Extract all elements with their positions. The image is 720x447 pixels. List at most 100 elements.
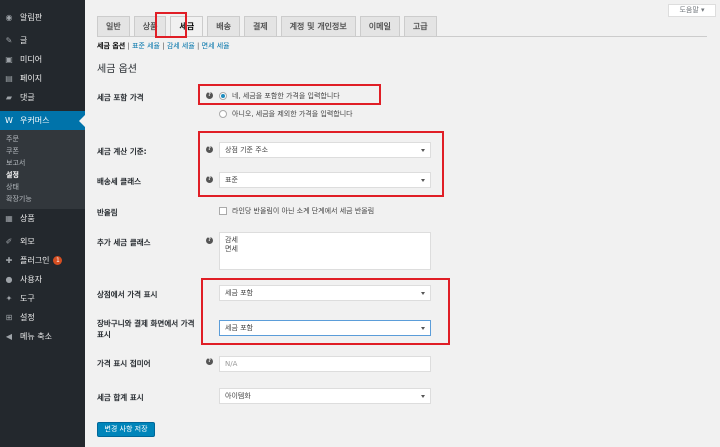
chevron-down-icon	[421, 179, 425, 182]
sidebar-item-label: 외모	[20, 237, 35, 246]
shipping-tax-class-label: 배송세 클래스	[97, 177, 142, 186]
sidebar-item-media[interactable]: ▣ 미디어	[0, 50, 85, 69]
price-suffix-label: 가격 표시 접미어	[97, 359, 151, 368]
plugin-icon: ✚	[5, 256, 13, 265]
submenu-settings[interactable]: 설정	[0, 169, 85, 181]
user-icon: ●	[5, 275, 13, 284]
additional-tax-classes-label: 추가 세금 클래스	[97, 238, 151, 247]
radio-button[interactable]	[219, 92, 227, 100]
rounding-checkbox-row[interactable]: 라인당 반올림이 아닌 소계 단계에서 세금 반올림	[219, 206, 374, 216]
shipping-tax-class-select[interactable]: 표준	[219, 172, 431, 188]
help-tip-icon[interactable]: ?	[206, 92, 213, 99]
sidebar-collapse-menu[interactable]: ◀ 메뉴 축소	[0, 327, 85, 346]
tax-total-display-select[interactable]: 아이템화	[219, 388, 431, 404]
radio-label: 네, 세금을 포함한 가격을 입력합니다	[232, 92, 340, 100]
submenu-coupons[interactable]: 쿠폰	[0, 145, 85, 157]
tab-payments[interactable]: 결제	[243, 16, 277, 36]
dashboard-icon: ◉	[5, 13, 13, 22]
submenu-extensions[interactable]: 확장기능	[0, 193, 85, 205]
subnav-reduced-rates[interactable]: 감세 세율	[167, 42, 195, 50]
radio-button[interactable]	[219, 110, 227, 118]
help-tip-icon[interactable]: ?	[206, 237, 213, 244]
settings-tabs: 일반 상품 세금 배송 결제 계정 및 개인정보 이메일 고급	[97, 16, 707, 37]
sidebar-item-appearance[interactable]: ✐ 외모	[0, 232, 85, 251]
subnav-zero-rates[interactable]: 면세 세율	[202, 42, 230, 50]
sidebar-item-users[interactable]: ● 사용자	[0, 270, 85, 289]
select-value: 상점 기준 주소	[225, 146, 269, 154]
pin-icon: ✎	[5, 36, 13, 45]
sidebar-item-products[interactable]: ▦ 상품	[0, 209, 85, 228]
tab-tax[interactable]: 세금	[170, 16, 204, 36]
textarea-line: 면세	[225, 245, 238, 253]
display-cart-label: 장바구니와 결제 화면에서 가격표시	[97, 318, 195, 340]
display-shop-label: 상점에서 가격 표시	[97, 290, 158, 299]
sidebar-item-plugins[interactable]: ✚ 플러그인 1	[0, 251, 85, 270]
rounding-checkbox[interactable]	[219, 207, 227, 215]
select-value: 아이템화	[225, 392, 251, 400]
tab-general[interactable]: 일반	[97, 16, 130, 36]
sidebar-item-label: 설정	[20, 313, 35, 322]
tools-icon: ✦	[5, 294, 13, 303]
media-icon: ▣	[5, 55, 13, 64]
radio-incl-tax-yes[interactable]: 네, 세금을 포함한 가격을 입력합니다	[219, 91, 340, 101]
tab-advanced[interactable]: 고급	[403, 16, 437, 36]
sidebar-item-woocommerce[interactable]: W 우커머스	[0, 111, 85, 130]
sidebar-item-tools[interactable]: ✦ 도구	[0, 289, 85, 308]
sidebar-item-label: 메뉴 축소	[20, 332, 52, 341]
subnav-standard-rates[interactable]: 표준 세율	[132, 42, 160, 50]
submenu-reports[interactable]: 보고서	[0, 157, 85, 169]
sidebar-item-label: 댓글	[20, 93, 35, 102]
help-tip-icon[interactable]: ?	[206, 146, 213, 153]
tax-based-on-select[interactable]: 상점 기준 주소	[219, 142, 431, 158]
tab-accounts-privacy[interactable]: 계정 및 개인정보	[280, 16, 356, 36]
chevron-down-icon	[421, 292, 425, 295]
sidebar-item-label: 사용자	[20, 275, 43, 284]
tax-total-display-label: 세금 합계 표시	[97, 393, 144, 402]
update-count-badge: 1	[53, 256, 63, 265]
tax-based-on-label: 세금 계산 기준:	[97, 147, 147, 156]
sidebar-item-comments[interactable]: ▰ 댓글	[0, 88, 85, 107]
tab-shipping[interactable]: 배송	[207, 16, 240, 36]
sidebar-item-label: 알림판	[20, 13, 43, 22]
select-value: 세금 포함	[225, 289, 253, 297]
sidebar-item-dashboard[interactable]: ◉ 알림판	[0, 8, 85, 27]
woocommerce-submenu: 주문 쿠폰 보고서 설정 상태 확장기능	[0, 130, 85, 209]
radio-label: 아니오, 세금을 제외한 가격을 입력합니다	[232, 110, 353, 118]
textarea-line: 감세	[225, 236, 238, 244]
select-value: 세금 포함	[225, 324, 253, 332]
rounding-label: 반올림	[97, 208, 118, 217]
save-changes-button[interactable]: 변경 사항 저장	[97, 422, 155, 437]
collapse-icon: ◀	[5, 332, 13, 341]
subnav-tax-options[interactable]: 세금 옵션	[97, 42, 125, 50]
sidebar-item-settings[interactable]: ⊞ 설정	[0, 308, 85, 327]
page-title: 세금 옵션	[97, 64, 137, 75]
page-icon: ▤	[5, 74, 13, 83]
display-shop-select[interactable]: 세금 포함	[219, 285, 431, 301]
sidebar-item-label: 글	[20, 36, 28, 45]
sidebar-item-label: 도구	[20, 294, 35, 303]
chevron-down-icon	[421, 395, 425, 398]
tax-subnav: 세금 옵션 | 표준 세율 | 감세 세율 | 면세 세율	[97, 42, 230, 50]
chevron-down-icon	[421, 327, 425, 330]
display-cart-select[interactable]: 세금 포함	[219, 320, 431, 336]
tab-products[interactable]: 상품	[133, 16, 167, 36]
woo-icon: W	[5, 116, 13, 125]
settings-icon: ⊞	[5, 313, 13, 322]
comment-icon: ▰	[5, 93, 13, 102]
label-line: 장바구니와 결제 화면에서 가격	[97, 319, 195, 328]
sidebar-item-label: 미디어	[20, 55, 43, 64]
submenu-orders[interactable]: 주문	[0, 133, 85, 145]
submenu-status[interactable]: 상태	[0, 181, 85, 193]
help-tip-icon[interactable]: ?	[206, 358, 213, 365]
tab-emails[interactable]: 이메일	[359, 16, 400, 36]
sidebar-item-pages[interactable]: ▤ 페이지	[0, 69, 85, 88]
help-tip-icon[interactable]: ?	[206, 176, 213, 183]
main-content: 도움말 ▾ 일반 상품 세금 배송 결제 계정 및 개인정보 이메일 고급 세금…	[85, 0, 720, 447]
sidebar-item-posts[interactable]: ✎ 글	[0, 31, 85, 50]
additional-tax-classes-textarea[interactable]: 감세 면세	[219, 232, 431, 270]
radio-incl-tax-no[interactable]: 아니오, 세금을 제외한 가격을 입력합니다	[219, 109, 353, 119]
sidebar-item-label: 플러그인	[20, 256, 50, 265]
label-line: 표시	[97, 330, 111, 339]
price-suffix-input[interactable]: N/A	[219, 356, 431, 372]
checkbox-label: 라인당 반올림이 아닌 소계 단계에서 세금 반올림	[232, 207, 375, 215]
